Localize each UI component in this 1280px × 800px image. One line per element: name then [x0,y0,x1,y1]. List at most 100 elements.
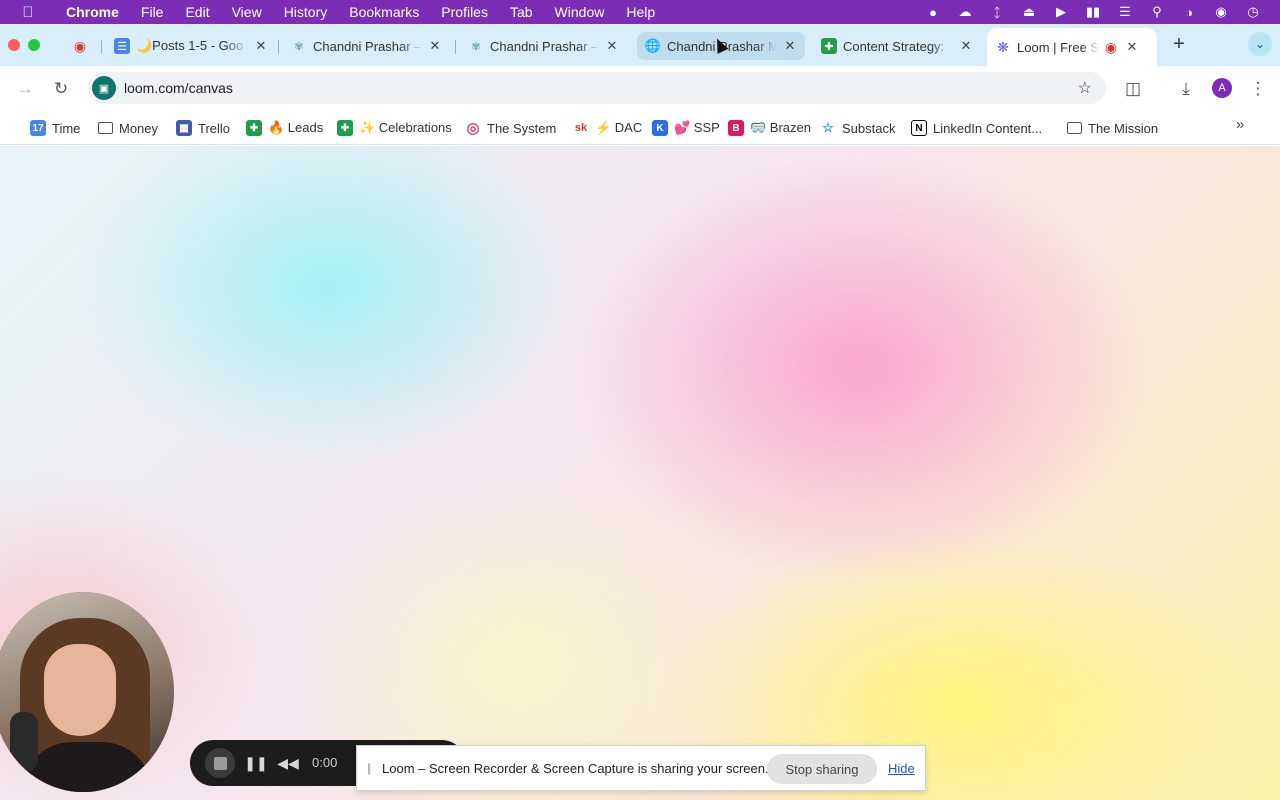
sk-icon: sk [574,122,588,134]
extensions-icon[interactable]: ◫ [1120,76,1146,102]
tab-title: 🌙Posts 1-5 - Goo [136,38,244,53]
sharing-message: Loom – Screen Recorder & Screen Capture … [382,761,769,776]
close-icon[interactable]: ✕ [1125,39,1139,55]
bookmark-brazen[interactable]: B 🥽 Brazen [728,118,811,138]
bookmark-label: 🔥 Leads [268,120,324,135]
stop-recording-button[interactable] [205,748,235,778]
rewind-button[interactable]: ◀◀ [276,751,300,775]
close-window-button[interactable] [8,39,20,51]
calendar-icon: 17 [30,120,46,136]
tab-chandni-2[interactable]: ✾ Chandni Prashar – ✕ [460,32,627,60]
reload-button[interactable]: ↻ [48,76,74,102]
menu-tab[interactable]: Tab [499,4,544,20]
bookmark-label: Trello [198,120,231,136]
menu-help[interactable]: Help [615,4,666,20]
folder-icon [98,122,113,134]
bookmark-star-icon[interactable]: ☆ [1078,78,1092,98]
tab-loom-active[interactable]: ❋ Loom | Free Sc ◉ ✕ [987,28,1157,66]
siri-icon[interactable]: ◉ [1212,4,1230,20]
download-icon[interactable]: ⤓ [1173,76,1199,102]
loom-site-icon[interactable]: ▣ [92,76,116,100]
drag-handle-icon[interactable]: || [367,761,371,775]
bookmark-trello[interactable]: ▦ Trello [176,118,230,138]
sheets-icon: ✚ [337,120,353,136]
macos-menu-bar:  Chrome File Edit View History Bookmark… [0,0,1280,24]
profile-avatar[interactable]: A [1212,78,1232,98]
bookmark-time[interactable]: 17 Time [30,118,80,138]
forward-button[interactable]: → [12,76,38,102]
bookmark-label: Time [52,120,81,136]
battery-icon[interactable]: ▮▮ [1084,4,1102,20]
bookmark-dac[interactable]: sk ⚡ DAC [573,118,642,138]
close-icon[interactable]: ✕ [783,38,797,54]
control-center-icon[interactable]: ◑ [1180,4,1198,20]
folder-icon [1067,122,1082,134]
bookmark-the-mission[interactable]: The Mission [1067,118,1158,138]
bluetooth-icon[interactable]: ᛨ [988,4,1006,20]
bookmark-leads[interactable]: ✚ 🔥 Leads [246,118,323,138]
bookmark-the-system[interactable]: ◎ The System [465,118,556,138]
wifi-icon[interactable]: ☰ [1116,4,1134,20]
bookmark-ssp[interactable]: K 💕 SSP [652,118,720,138]
tab-recording[interactable]: ◉ [64,32,96,60]
mic-icon[interactable]: ● [924,4,942,20]
pause-button[interactable]: ❚❚ [244,751,268,775]
apple-menu-icon[interactable]:  [16,4,40,21]
address-bar[interactable]: ▣ loom.com/canvas ☆ [88,72,1106,104]
record-icon: ◉ [1104,38,1118,55]
hide-link[interactable]: Hide [888,761,915,776]
new-tab-button[interactable]: + [1168,34,1190,56]
bookmark-money[interactable]: Money [98,118,158,138]
bookmark-label: The Mission [1088,120,1159,136]
bookmarks-overflow-chevron-icon[interactable]: » [1236,116,1244,133]
creative-cloud-icon[interactable]: ☁ [956,4,974,20]
bookmark-label: ✨ Celebrations [359,120,452,135]
bookmark-label: LinkedIn Content... [933,120,1043,136]
bookmark-label: 💕 SSP [674,120,720,135]
menu-bookmarks[interactable]: Bookmarks [338,4,430,20]
menu-view[interactable]: View [221,4,273,20]
loom-canvas-background [0,146,1280,800]
loom-camera-bubble[interactable] [0,592,174,792]
tab-posts[interactable]: ☰ 🌙Posts 1-5 - Goo ✕ [106,32,276,60]
url-text[interactable]: loom.com/canvas [124,80,233,96]
bookmark-substack[interactable]: ☆ Substack [820,118,895,138]
tab-title: Chandni Prashar – [313,38,422,54]
close-icon[interactable]: ✕ [605,38,619,54]
sprout-icon: ✾ [471,40,481,53]
play-icon[interactable]: ▶ [1052,4,1070,20]
close-icon[interactable]: ✕ [428,38,442,54]
close-icon[interactable]: ✕ [959,38,973,54]
close-icon[interactable]: ✕ [254,38,268,54]
google-sheets-icon: ✚ [821,38,837,54]
record-icon: ◉ [73,37,87,54]
tab-content-strategy[interactable]: ✚ Content Strategy: ✕ [813,32,981,60]
b-icon: B [728,120,744,136]
sheets-icon: ✚ [246,120,262,136]
bookmark-label: The System [487,120,557,136]
eject-icon[interactable]: ⏏ [1020,4,1038,20]
menu-file[interactable]: File [130,4,175,20]
clock-icon[interactable]: ◷ [1244,4,1262,20]
menu-edit[interactable]: Edit [174,4,220,20]
chrome-menu-icon[interactable]: ⋮ [1245,76,1271,102]
bookmark-label: Substack [842,120,896,136]
menu-app-chrome[interactable]: Chrome [52,4,130,20]
zoom-window-button[interactable] [28,39,40,51]
menu-profiles[interactable]: Profiles [430,4,499,20]
bookmark-label: ⚡ DAC [595,120,643,135]
tab-chandni-1[interactable]: ✾ Chandni Prashar – ✕ [283,32,450,60]
menu-bar-status-area: ● ☁ ᛨ ⏏ ▶ ▮▮ ☰ ⚲ ◑ ◉ ◷ [924,0,1280,24]
sprout-icon: ✾ [294,40,304,53]
stop-sharing-button[interactable]: Stop sharing [767,754,877,784]
target-icon: ◎ [466,120,480,137]
stop-icon [213,756,227,770]
menu-window[interactable]: Window [544,4,616,20]
recording-timer: 0:00 [312,755,338,770]
tab-search-button[interactable]: ⌄ [1248,32,1272,56]
search-icon[interactable]: ⚲ [1148,4,1166,20]
bookmark-celebrations[interactable]: ✚ ✨ Celebrations [337,118,452,138]
menu-history[interactable]: History [273,4,339,20]
globe-icon: 🌐 [644,38,662,53]
bookmark-linkedin-content[interactable]: N LinkedIn Content... [911,118,1042,138]
